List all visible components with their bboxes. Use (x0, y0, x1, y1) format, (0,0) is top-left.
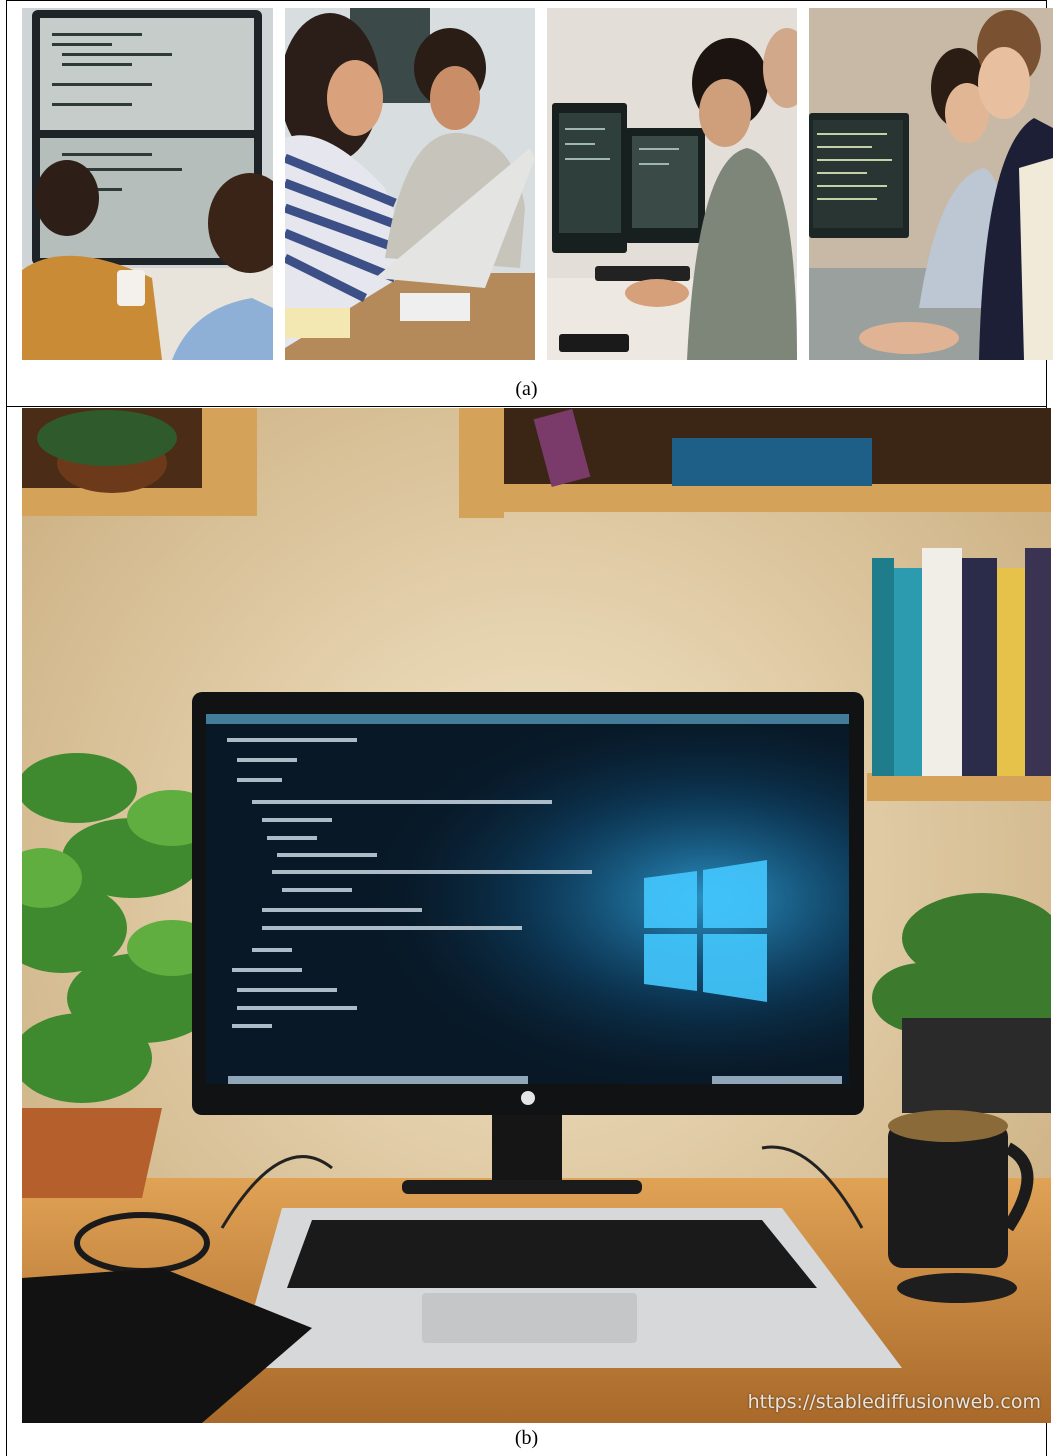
caption-b: (b) (514, 1427, 539, 1449)
photo-desk-computer: https://stablediffusionweb.com (22, 408, 1051, 1423)
photo-students-terminal (809, 8, 1053, 360)
divider-line (6, 406, 1047, 407)
watermark: https://stablediffusionweb.com (747, 1391, 1041, 1413)
photo-students-laptop (285, 8, 535, 360)
photo-two-students-monitor (22, 8, 273, 360)
caption-a: (a) (515, 378, 538, 400)
top-border (6, 0, 1047, 1)
photo-student-dual-monitors (547, 8, 797, 360)
